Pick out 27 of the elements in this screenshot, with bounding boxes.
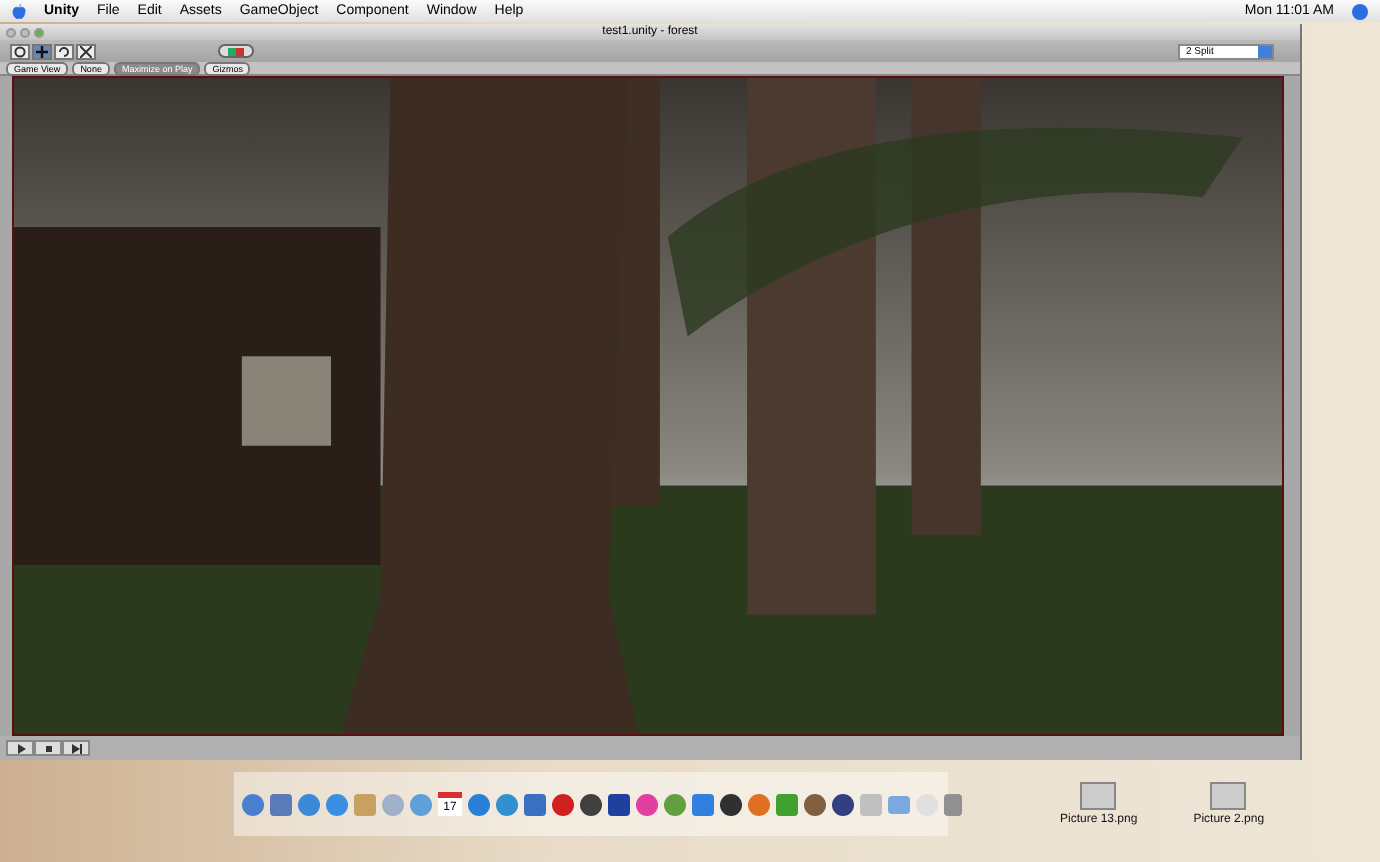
pause-button[interactable]: [34, 740, 62, 756]
tool-button[interactable]: [76, 43, 96, 59]
app-icon[interactable]: [832, 793, 854, 815]
play-icon: [15, 743, 25, 753]
app-icon[interactable]: [804, 793, 826, 815]
minimize-button[interactable]: [20, 27, 30, 37]
tool-button[interactable]: [10, 43, 30, 59]
scale-icon: [80, 45, 92, 57]
app-icon[interactable]: [720, 793, 742, 815]
file-thumbnail-icon[interactable]: [1080, 782, 1117, 810]
rotate-icon: [58, 45, 70, 57]
step-icon: [71, 743, 81, 753]
tool-button[interactable]: [32, 43, 52, 59]
tool-button[interactable]: [54, 43, 74, 59]
trash-icon[interactable]: [944, 793, 962, 815]
app-icon[interactable]: [608, 793, 630, 815]
move-icon: [36, 45, 48, 57]
apple-logo-icon[interactable]: [12, 3, 26, 19]
pivot-toggle-button[interactable]: [218, 44, 254, 58]
folder-icon[interactable]: [888, 795, 910, 813]
close-button[interactable]: [6, 27, 16, 37]
app-icon[interactable]: [580, 793, 602, 815]
play-button[interactable]: [6, 740, 34, 756]
step-button[interactable]: [62, 740, 90, 756]
file-thumbnail-icon[interactable]: [1210, 782, 1247, 810]
zoom-button[interactable]: [34, 27, 44, 37]
pause-icon: [43, 743, 53, 753]
